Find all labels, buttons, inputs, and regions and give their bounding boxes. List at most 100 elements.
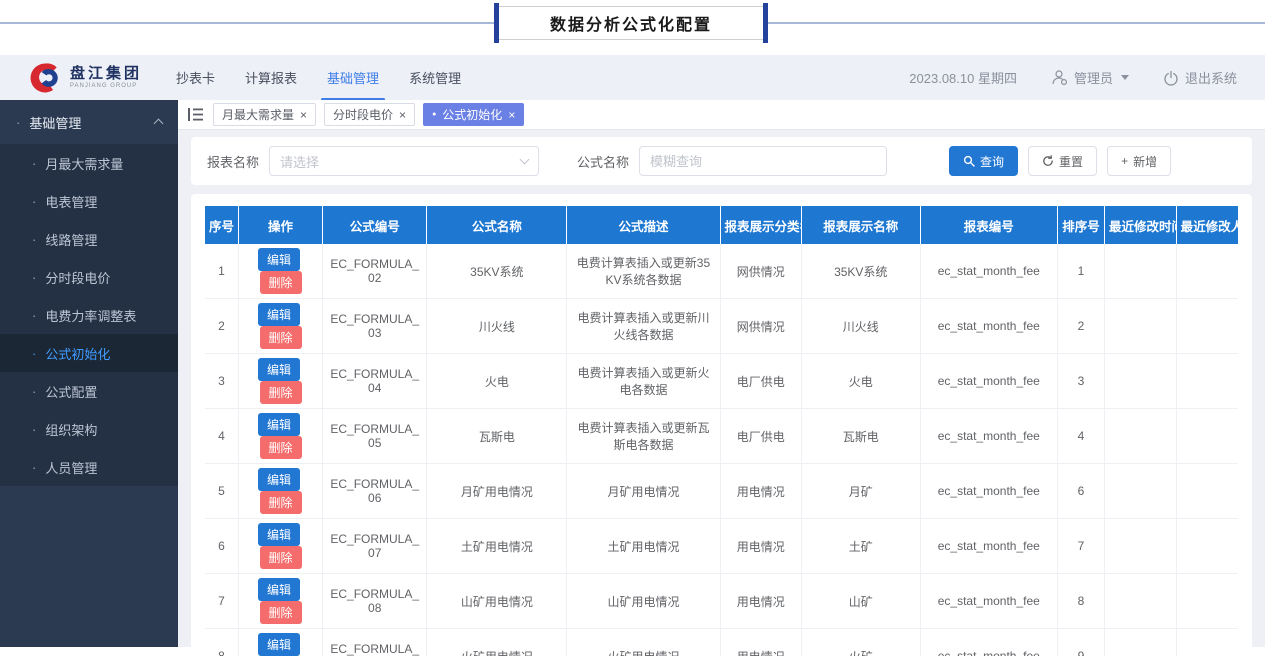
col-modified-by: 最近修改人 xyxy=(1176,206,1238,244)
cell-formula-name: 火电 xyxy=(427,354,567,409)
cell-formula-desc: 电费计算表插入或更新35KV系统各数据 xyxy=(567,244,720,299)
cell-formula-name: 土矿用电情况 xyxy=(427,519,567,574)
sidebar-item-formula-init[interactable]: ·公式初始化 xyxy=(0,334,178,372)
table-row: 6 编辑删除 EC_FORMULA_07 土矿用电情况 土矿用电情况 用电情况 … xyxy=(205,519,1238,574)
tab-formula-init[interactable]: ● 公式初始化 × xyxy=(423,103,524,126)
chevron-up-icon xyxy=(154,119,164,129)
cell-formula-desc: 电费计算表插入或更新瓦斯电各数据 xyxy=(567,409,720,464)
report-name-select[interactable]: 请选择 xyxy=(269,146,539,176)
sidebar-item-meter-mgmt[interactable]: ·电表管理 xyxy=(0,182,178,220)
col-sort: 排序号 xyxy=(1057,206,1104,244)
cell-modified-time xyxy=(1105,409,1177,464)
report-name-label: 报表名称 xyxy=(207,152,259,171)
formula-name-label: 公式名称 xyxy=(577,152,629,171)
user-icon xyxy=(1051,69,1068,86)
refresh-icon xyxy=(1042,155,1054,167)
cell-display-name: 瓦斯电 xyxy=(801,409,920,464)
bullet-icon: · xyxy=(32,232,36,247)
sidebar-item-label: 月最大需求量 xyxy=(45,154,123,173)
formula-table: 序号 操作 公式编号 公式名称 公式描述 报表展示分类名 报表展示名称 报表编号… xyxy=(205,206,1238,656)
delete-button[interactable]: 删除 xyxy=(260,326,302,349)
tab-tou-price[interactable]: 分时段电价 × xyxy=(324,103,415,126)
cell-report-code: ec_stat_month_fee xyxy=(920,519,1057,574)
delete-button[interactable]: 删除 xyxy=(260,381,302,404)
col-formula-name: 公式名称 xyxy=(427,206,567,244)
sidebar-item-personnel-mgmt[interactable]: ·人员管理 xyxy=(0,448,178,486)
close-icon[interactable]: × xyxy=(399,109,406,121)
cell-actions: 编辑删除 xyxy=(238,409,322,464)
edit-button[interactable]: 编辑 xyxy=(258,523,300,546)
caption-rule-left xyxy=(0,22,496,24)
delete-button[interactable]: 删除 xyxy=(260,546,302,569)
sidebar-item-monthly-max-demand[interactable]: · 月最大需求量 xyxy=(0,144,178,182)
sidebar-item-tou-price[interactable]: ·分时段电价 xyxy=(0,258,178,296)
cell-formula-code: EC_FORMULA_08 xyxy=(323,574,427,629)
bullet-icon: · xyxy=(32,346,36,361)
table-row: 5 编辑删除 EC_FORMULA_06 月矿用电情况 月矿用电情况 用电情况 … xyxy=(205,464,1238,519)
search-icon xyxy=(963,155,975,167)
nav-system-mgmt[interactable]: 系统管理 xyxy=(409,64,461,91)
tab-label: 月最大需求量 xyxy=(222,106,294,123)
edit-button[interactable]: 编辑 xyxy=(258,413,300,436)
delete-button[interactable]: 删除 xyxy=(260,601,302,624)
formula-name-input[interactable] xyxy=(639,146,887,176)
cell-seq: 8 xyxy=(205,629,238,656)
col-seq: 序号 xyxy=(205,206,238,244)
close-icon[interactable]: × xyxy=(508,109,515,121)
cell-actions: 编辑删除 xyxy=(238,629,322,656)
cell-display-category: 网供情况 xyxy=(720,244,801,299)
caption-rule-right xyxy=(764,22,1265,24)
logo-title: 盘江集团 xyxy=(70,66,142,81)
cell-modified-time xyxy=(1105,244,1177,299)
cell-actions: 编辑删除 xyxy=(238,299,322,354)
sidebar-item-org-structure[interactable]: ·组织架构 xyxy=(0,410,178,448)
cell-formula-code: EC_FORMULA_02 xyxy=(323,244,427,299)
cell-modified-time xyxy=(1105,519,1177,574)
collapse-menu-icon[interactable] xyxy=(188,108,203,121)
edit-button[interactable]: 编辑 xyxy=(258,303,300,326)
nav-basic-mgmt[interactable]: 基础管理 xyxy=(327,64,379,91)
delete-button[interactable]: 删除 xyxy=(260,271,302,294)
nav-meter-card[interactable]: 抄表卡 xyxy=(176,64,215,91)
bullet-icon: · xyxy=(32,156,36,171)
edit-button[interactable]: 编辑 xyxy=(258,578,300,601)
search-label: 查询 xyxy=(980,153,1004,170)
cell-formula-name: 山矿用电情况 xyxy=(427,574,567,629)
caption-bar-right xyxy=(763,3,768,43)
cell-formula-code: EC_FORMULA_05 xyxy=(323,409,427,464)
close-icon[interactable]: × xyxy=(300,109,307,121)
user-menu[interactable]: 管理员 xyxy=(1051,68,1129,87)
cell-sort: 6 xyxy=(1057,464,1104,519)
delete-button[interactable]: 删除 xyxy=(260,436,302,459)
tab-monthly-max-demand[interactable]: 月最大需求量 × xyxy=(213,103,316,126)
sidebar-group-basic-mgmt[interactable]: · 基础管理 xyxy=(0,100,178,144)
delete-button[interactable]: 删除 xyxy=(260,491,302,514)
nav-calc-report[interactable]: 计算报表 xyxy=(245,64,297,91)
reset-button[interactable]: 重置 xyxy=(1028,146,1097,176)
cell-seq: 4 xyxy=(205,409,238,464)
cell-modified-time xyxy=(1105,574,1177,629)
edit-button[interactable]: 编辑 xyxy=(258,633,300,656)
edit-button[interactable]: 编辑 xyxy=(258,248,300,271)
table-row: 8 编辑删除 EC_FORMULA_09 火矿用电情况 火矿用电情况 用电情况 … xyxy=(205,629,1238,656)
edit-button[interactable]: 编辑 xyxy=(258,468,300,491)
sidebar-item-power-factor-table[interactable]: ·电费力率调整表 xyxy=(0,296,178,334)
sidebar-item-line-mgmt[interactable]: ·线路管理 xyxy=(0,220,178,258)
sidebar-item-label: 电表管理 xyxy=(45,192,97,211)
logo: 盘江集团 PANJIANG GROUP xyxy=(28,61,142,95)
logo-icon xyxy=(28,61,62,95)
app-header: 盘江集团 PANJIANG GROUP 抄表卡 计算报表 基础管理 系统管理 2… xyxy=(0,55,1265,100)
cell-modified-by xyxy=(1176,244,1238,299)
tab-bar: 月最大需求量 × 分时段电价 × ● 公式初始化 × xyxy=(178,100,1265,130)
filter-bar: 报表名称 请选择 公式名称 查询 xyxy=(191,137,1252,185)
cell-formula-name: 月矿用电情况 xyxy=(427,464,567,519)
cell-modified-by xyxy=(1176,354,1238,409)
cell-display-name: 山矿 xyxy=(801,574,920,629)
logout-button[interactable]: 退出系统 xyxy=(1163,68,1237,87)
cell-report-code: ec_stat_month_fee xyxy=(920,354,1057,409)
cell-actions: 编辑删除 xyxy=(238,354,322,409)
edit-button[interactable]: 编辑 xyxy=(258,358,300,381)
search-button[interactable]: 查询 xyxy=(949,146,1018,176)
sidebar-item-formula-config[interactable]: ·公式配置 xyxy=(0,372,178,410)
add-button[interactable]: + 新增 xyxy=(1107,146,1171,176)
